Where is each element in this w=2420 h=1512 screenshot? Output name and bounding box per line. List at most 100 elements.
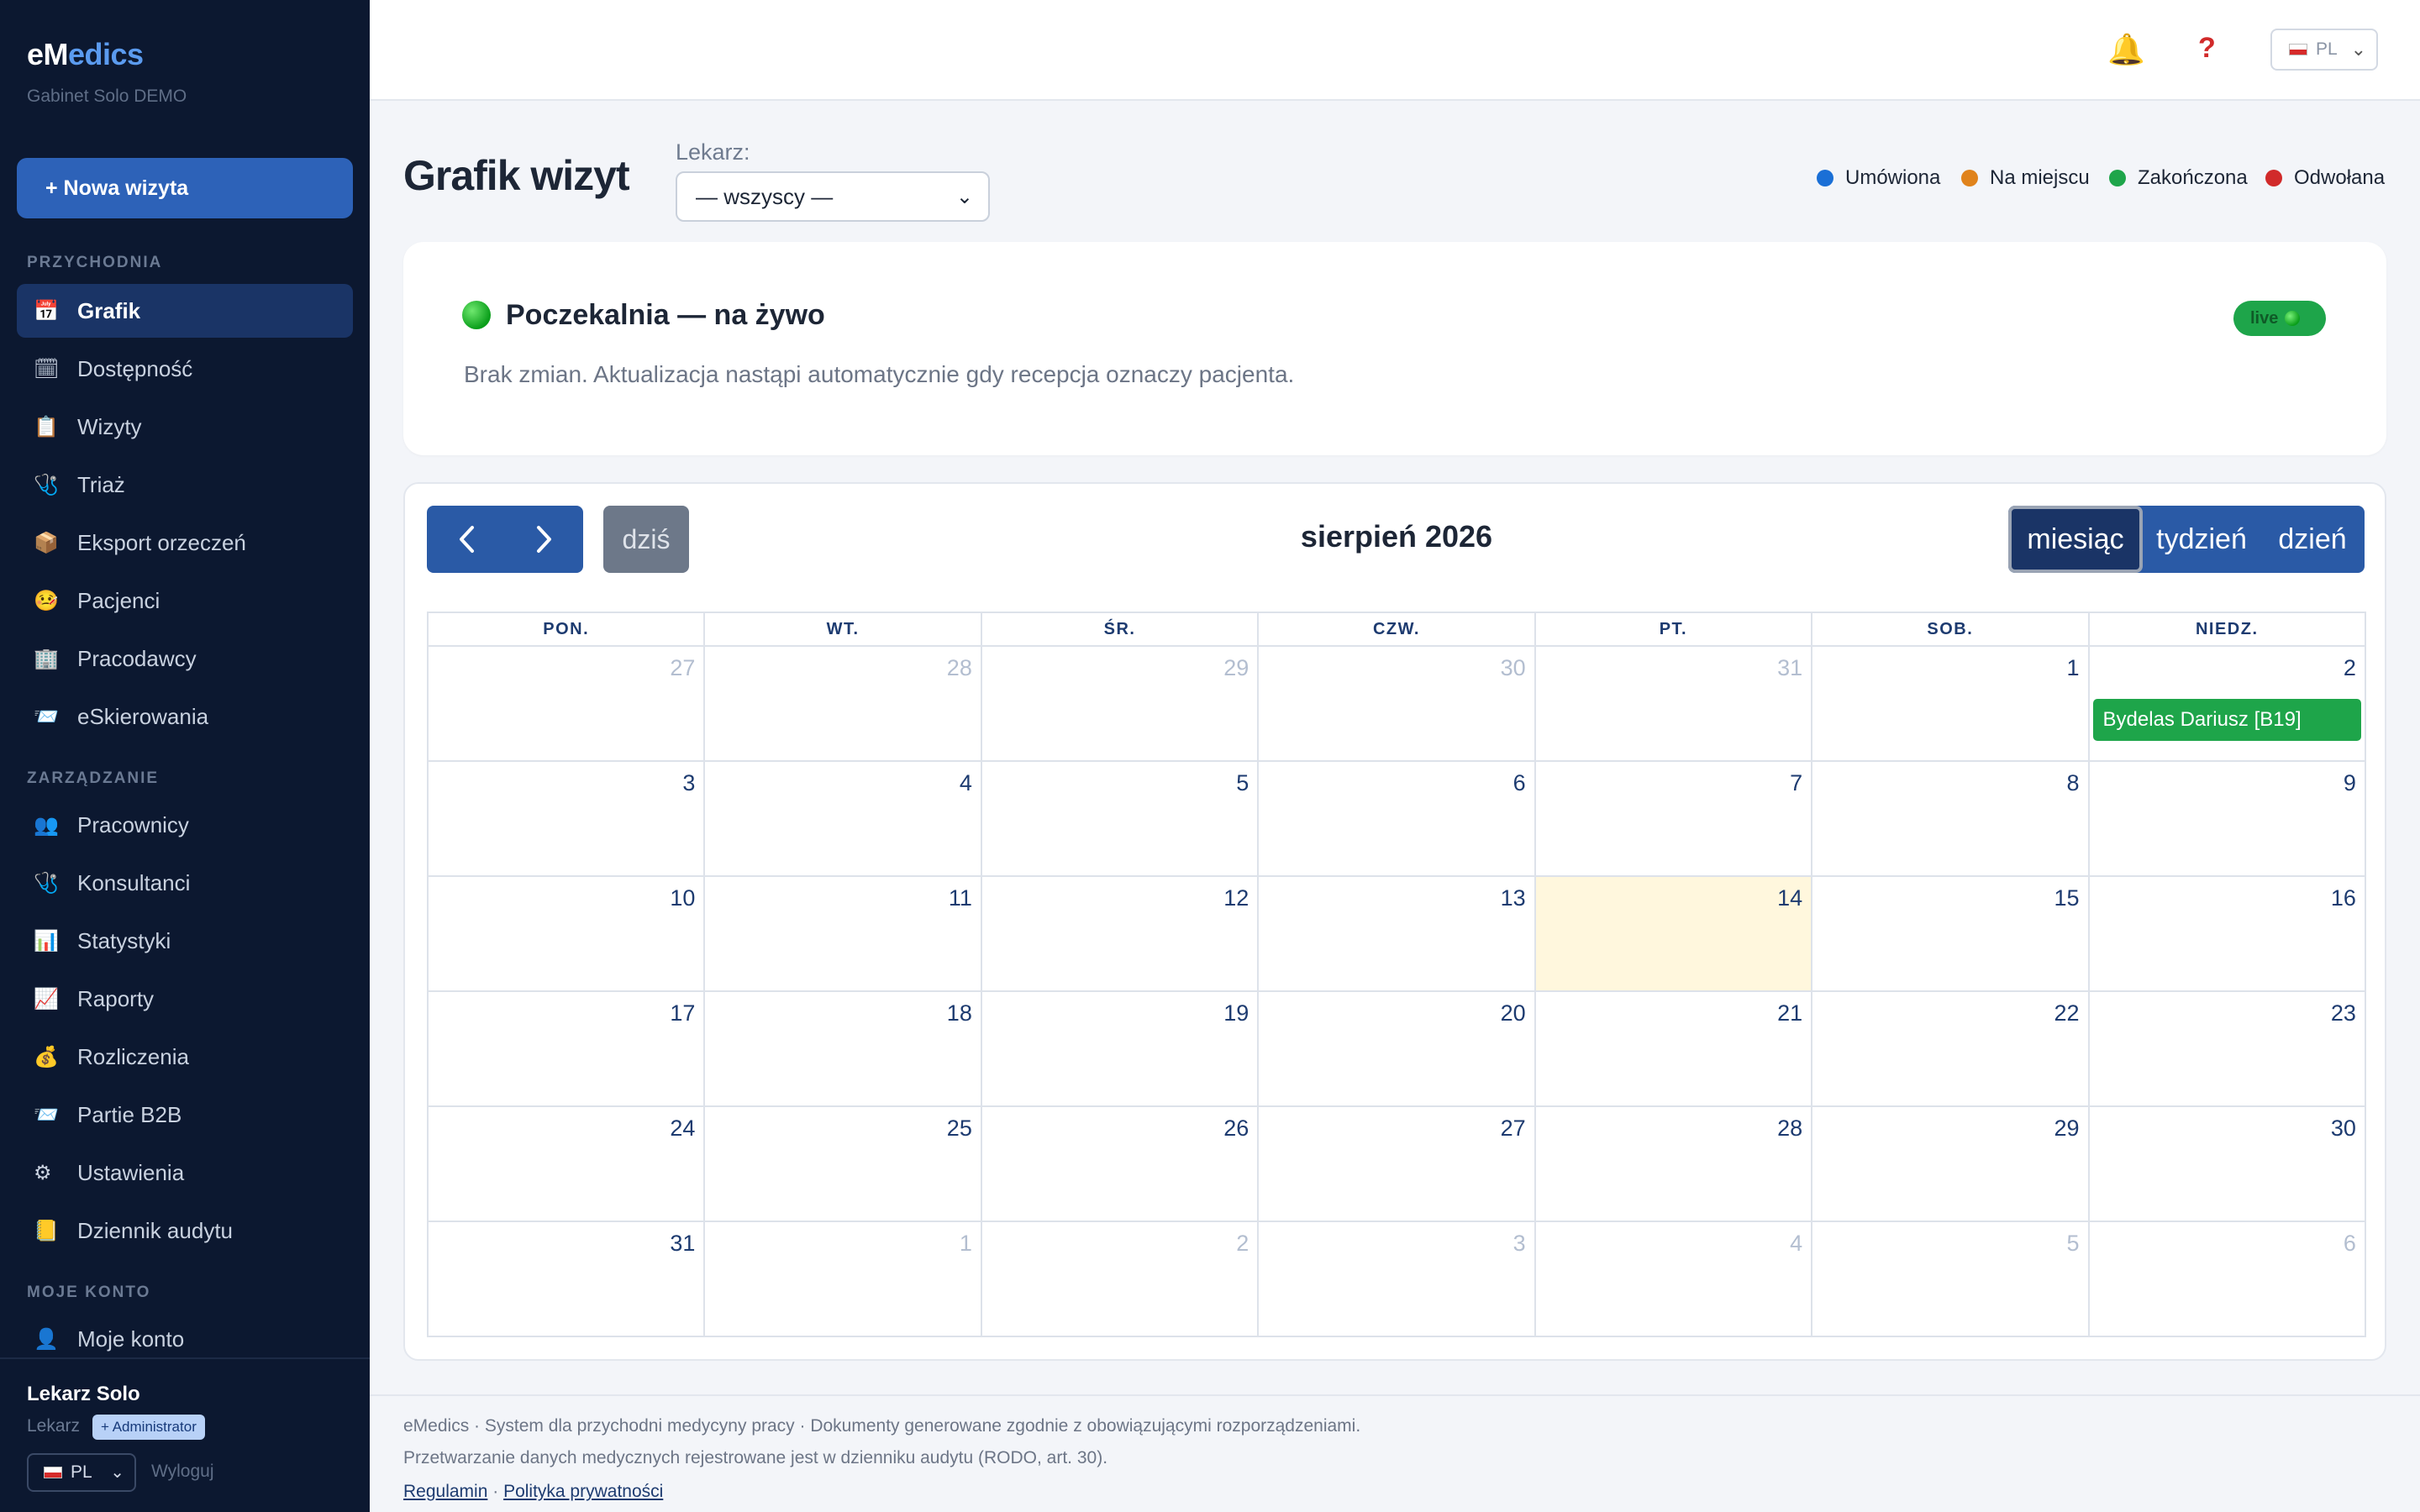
day-cell[interactable]: 15 (1811, 877, 2087, 990)
day-cell[interactable]: 25 (703, 1107, 980, 1221)
sidebar-item-raporty[interactable]: 📈 Raporty (17, 972, 353, 1026)
day-number[interactable]: 6 (1513, 770, 1526, 796)
sidebar-item-ustawienia[interactable]: ⚙ Ustawienia (17, 1146, 353, 1200)
day-cell[interactable]: 28 (1534, 1107, 1811, 1221)
day-cell[interactable]: 26 (980, 1107, 1257, 1221)
day-number[interactable]: 6 (2344, 1231, 2356, 1257)
sidebar-item-statystyki[interactable]: 📊 Statystyki (17, 914, 353, 968)
sidebar-item-rozliczenia[interactable]: 💰 Rozliczenia (17, 1030, 353, 1084)
day-number[interactable]: 20 (1501, 1000, 1526, 1026)
day-number[interactable]: 12 (1223, 885, 1249, 911)
day-cell[interactable]: 31 (1534, 647, 1811, 760)
day-number[interactable]: 4 (1790, 1231, 1802, 1257)
day-number[interactable]: 7 (1790, 770, 1802, 796)
day-cell[interactable]: 13 (1257, 877, 1534, 990)
day-number[interactable]: 2 (1236, 1231, 1249, 1257)
sidebar-item-pacjenci[interactable]: 🤒 Pacjenci (17, 574, 353, 627)
brand-logo[interactable]: eMedics (27, 37, 144, 72)
language-select[interactable]: PL ⌄ (27, 1453, 136, 1492)
day-cell[interactable]: 6 (2087, 1222, 2365, 1336)
day-number[interactable]: 13 (1501, 885, 1526, 911)
day-cell[interactable]: 21 (1534, 992, 1811, 1105)
sidebar-item-eskierowania[interactable]: 📨 eSkierowania (17, 690, 353, 743)
day-number[interactable]: 17 (670, 1000, 695, 1026)
day-number[interactable]: 28 (1777, 1116, 1802, 1142)
day-number[interactable]: 15 (2054, 885, 2079, 911)
day-cell[interactable]: 12 (980, 877, 1257, 990)
sidebar-item-grafik[interactable]: 📅 Grafik (17, 284, 353, 338)
sidebar-item-wizyty[interactable]: 📋 Wizyty (17, 400, 353, 454)
day-cell[interactable]: 11 (703, 877, 980, 990)
day-cell[interactable]: 24 (429, 1107, 703, 1221)
day-cell[interactable]: 30 (2087, 1107, 2365, 1221)
day-number[interactable]: 24 (670, 1116, 695, 1142)
view-week-button[interactable]: tydzień (2143, 506, 2260, 573)
day-cell[interactable]: 2 (980, 1222, 1257, 1336)
day-number[interactable]: 2 (2344, 655, 2356, 681)
day-number[interactable]: 3 (682, 770, 695, 796)
day-cell[interactable]: 19 (980, 992, 1257, 1105)
sidebar-item-konsultanci[interactable]: 🩺 Konsultanci (17, 856, 353, 910)
day-number[interactable]: 5 (1236, 770, 1249, 796)
day-cell[interactable]: 17 (429, 992, 703, 1105)
day-number[interactable]: 11 (949, 885, 972, 911)
day-cell[interactable]: 31 (429, 1222, 703, 1336)
bell-icon[interactable]: 🔔 (2107, 32, 2145, 67)
day-number[interactable]: 1 (960, 1231, 972, 1257)
day-number[interactable]: 8 (2067, 770, 2080, 796)
day-number[interactable]: 10 (670, 885, 695, 911)
day-number[interactable]: 30 (2331, 1116, 2356, 1142)
language-select-top[interactable]: PL ⌄ (2270, 29, 2378, 71)
sidebar-item-pracodawcy[interactable]: 🏢 Pracodawcy (17, 632, 353, 685)
day-cell[interactable]: 4 (703, 762, 980, 875)
day-cell[interactable]: 18 (703, 992, 980, 1105)
day-number[interactable]: 16 (2331, 885, 2356, 911)
day-number[interactable]: 27 (670, 655, 695, 681)
day-number[interactable]: 26 (1223, 1116, 1249, 1142)
day-cell[interactable]: 1 (703, 1222, 980, 1336)
day-cell[interactable]: 28 (703, 647, 980, 760)
day-cell[interactable]: 27 (1257, 1107, 1534, 1221)
day-cell[interactable]: 4 (1534, 1222, 1811, 1336)
sidebar-item-dostępność[interactable]: 🗓 Dostępność (17, 342, 353, 396)
day-cell[interactable]: 3 (1257, 1222, 1534, 1336)
day-cell[interactable]: 2 Bydelas Dariusz [B19] (2087, 647, 2365, 760)
day-cell[interactable]: 8 (1811, 762, 2087, 875)
day-number[interactable]: 28 (947, 655, 972, 681)
day-number[interactable]: 1 (2067, 655, 2080, 681)
day-number[interactable]: 3 (1513, 1231, 1526, 1257)
terms-link[interactable]: Regulamin (403, 1482, 487, 1501)
day-cell[interactable]: 6 (1257, 762, 1534, 875)
calendar-event[interactable]: Bydelas Dariusz [B19] (2092, 699, 2361, 741)
day-cell[interactable]: 5 (980, 762, 1257, 875)
sidebar-item-dziennik-audytu[interactable]: 📒 Dziennik audytu (17, 1204, 353, 1257)
view-day-button[interactable]: dzień (2260, 506, 2365, 573)
day-cell[interactable]: 30 (1257, 647, 1534, 760)
day-number[interactable]: 31 (1777, 655, 1802, 681)
day-cell[interactable]: 27 (429, 647, 703, 760)
day-cell[interactable]: 20 (1257, 992, 1534, 1105)
day-number[interactable]: 5 (2067, 1231, 2080, 1257)
new-visit-button[interactable]: + Nowa wizyta (17, 158, 353, 218)
day-cell[interactable]: 9 (2087, 762, 2365, 875)
day-number[interactable]: 9 (2344, 770, 2356, 796)
day-number[interactable]: 14 (1777, 885, 1802, 911)
day-cell[interactable]: 23 (2087, 992, 2365, 1105)
day-number[interactable]: 18 (947, 1000, 972, 1026)
day-cell[interactable]: 29 (980, 647, 1257, 760)
day-cell[interactable]: 29 (1811, 1107, 2087, 1221)
doctor-filter-select[interactable]: — wszyscy — ⌄ (676, 171, 990, 222)
day-cell[interactable]: 22 (1811, 992, 2087, 1105)
day-number[interactable]: 29 (2054, 1116, 2079, 1142)
help-icon[interactable]: ? (2198, 32, 2216, 65)
sidebar-item-pracownicy[interactable]: 👥 Pracownicy (17, 798, 353, 852)
day-number[interactable]: 21 (1777, 1000, 1802, 1026)
day-number[interactable]: 23 (2331, 1000, 2356, 1026)
day-cell[interactable]: 10 (429, 877, 703, 990)
day-number[interactable]: 4 (960, 770, 972, 796)
day-number[interactable]: 29 (1223, 655, 1249, 681)
day-cell[interactable]: 5 (1811, 1222, 2087, 1336)
day-cell[interactable]: 16 (2087, 877, 2365, 990)
day-number[interactable]: 27 (1501, 1116, 1526, 1142)
day-cell[interactable]: 3 (429, 762, 703, 875)
